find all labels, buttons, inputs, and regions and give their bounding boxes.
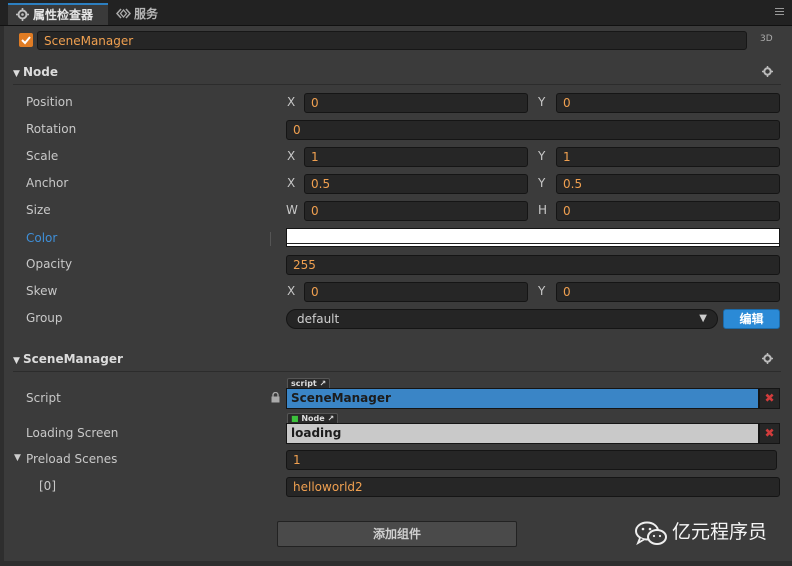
color-row: Color [0,228,792,250]
opacity-input[interactable]: 255 [286,255,780,275]
scale-label: Scale [26,149,59,163]
gear-icon[interactable] [762,66,773,77]
group-row: Group default ▼ 编辑 [0,308,792,330]
external-link-icon[interactable]: ↗ [328,414,335,423]
services-icon [116,8,131,19]
scale-row: Scale X 1 Y 1 [0,146,792,168]
preload-scenes-count-input[interactable]: 1 [286,450,777,470]
gear-icon[interactable] [762,353,773,364]
loading-screen-row: Loading Screen loading ✖ [0,423,792,445]
size-h-axis: H [538,203,548,217]
rotation-label: Rotation [26,122,77,136]
node-name-field[interactable]: SceneManager [37,31,747,50]
skew-x-axis: X [287,284,296,298]
preload-scenes-row: ▼ Preload Scenes 1 [0,449,792,471]
rotation-row: Rotation 0 [0,119,792,141]
skew-y-axis: Y [538,284,546,298]
node-section-header[interactable]: ▼ Node [13,61,781,83]
tab-inspector-label: 属性检查器 [33,8,94,22]
scale-x-axis: X [287,149,296,163]
script-asset-field[interactable]: SceneManager [286,388,759,409]
divider [13,371,781,372]
anchor-label: Anchor [26,176,69,190]
lock-icon [271,392,280,403]
position-x-input[interactable]: 0 [304,93,528,113]
script-label: Script [26,391,61,405]
scale-y-axis: Y [538,149,546,163]
position-label: Position [26,95,73,109]
anchor-x-axis: X [287,176,296,190]
position-row: Position X 0 Y 0 [0,92,792,114]
loading-screen-label: Loading Screen [26,426,119,440]
tab-services-label: 服务 [134,7,159,21]
mode-3d-toggle[interactable]: 3D [760,34,773,44]
node-section-title: Node [23,65,59,79]
anchor-y-input[interactable]: 0.5 [556,174,780,194]
anchor-x-input[interactable]: 0.5 [304,174,528,194]
scale-x-input[interactable]: 1 [304,147,528,167]
external-link-icon[interactable]: ↗ [320,379,327,388]
position-y-axis: Y [538,95,546,109]
wechat-logo-icon [635,521,667,546]
opacity-label: Opacity [26,257,73,271]
preload-scene-input[interactable]: helloworld2 [286,477,780,497]
color-label: Color [26,231,58,245]
tab-services[interactable]: 服务 [112,3,182,25]
collapse-arrow-icon: ▼ [13,69,20,79]
panel-menu-icon[interactable] [775,8,784,15]
edit-group-button[interactable]: 编辑 [723,309,780,329]
group-select-value: default [297,312,340,326]
bottom-border [0,561,792,566]
remove-script-button[interactable]: ✖ [759,388,780,409]
script-row: Script SceneManager ✖ [0,388,792,410]
list-item: [0] helloworld2 [0,476,792,498]
anchor-row: Anchor X 0.5 Y 0.5 [0,173,792,195]
size-w-axis: W [286,203,298,217]
color-swatch[interactable] [286,228,780,247]
scale-y-input[interactable]: 1 [556,147,780,167]
checkmark-icon [21,36,31,45]
skew-row: Skew X 0 Y 0 [0,281,792,303]
watermark-text: 亿元程序员 [672,521,768,543]
skew-label: Skew [26,284,58,298]
anchor-y-axis: Y [538,176,546,190]
position-y-input[interactable]: 0 [556,93,780,113]
gear-icon [16,8,29,21]
add-component-button[interactable]: 添加组件 [277,521,517,547]
preload-scenes-label: Preload Scenes [26,452,118,466]
node-badge-label: Node [301,414,325,423]
component-section-title: SceneManager [23,352,123,366]
divider [270,232,271,246]
skew-y-input[interactable]: 0 [556,282,780,302]
node-header: SceneManager 3D [15,30,783,52]
size-row: Size W 0 H 0 [0,200,792,222]
tab-inspector[interactable]: 属性检查器 [8,3,108,25]
position-x-axis: X [287,95,296,109]
remove-loading-screen-button[interactable]: ✖ [759,423,780,444]
group-select[interactable]: default ▼ [286,309,718,329]
tab-bar: 属性检查器 服务 [0,0,792,26]
expand-arrow-icon[interactable]: ▼ [14,453,21,463]
rotation-input[interactable]: 0 [286,120,780,140]
skew-x-input[interactable]: 0 [304,282,528,302]
script-badge-label: script [291,379,317,388]
preload-scene-index: [0] [39,479,56,493]
collapse-arrow-icon: ▼ [13,356,20,366]
component-section-header[interactable]: ▼ SceneManager [13,348,781,370]
size-w-input[interactable]: 0 [304,201,528,221]
node-type-icon: ■ [291,414,299,423]
size-label: Size [26,203,51,217]
size-h-input[interactable]: 0 [556,201,780,221]
opacity-row: Opacity 255 [0,254,792,276]
node-active-checkbox[interactable] [19,33,33,47]
divider [13,84,781,85]
loading-screen-field[interactable]: loading [286,423,759,444]
group-label: Group [26,311,63,325]
chevron-down-icon: ▼ [699,313,707,324]
